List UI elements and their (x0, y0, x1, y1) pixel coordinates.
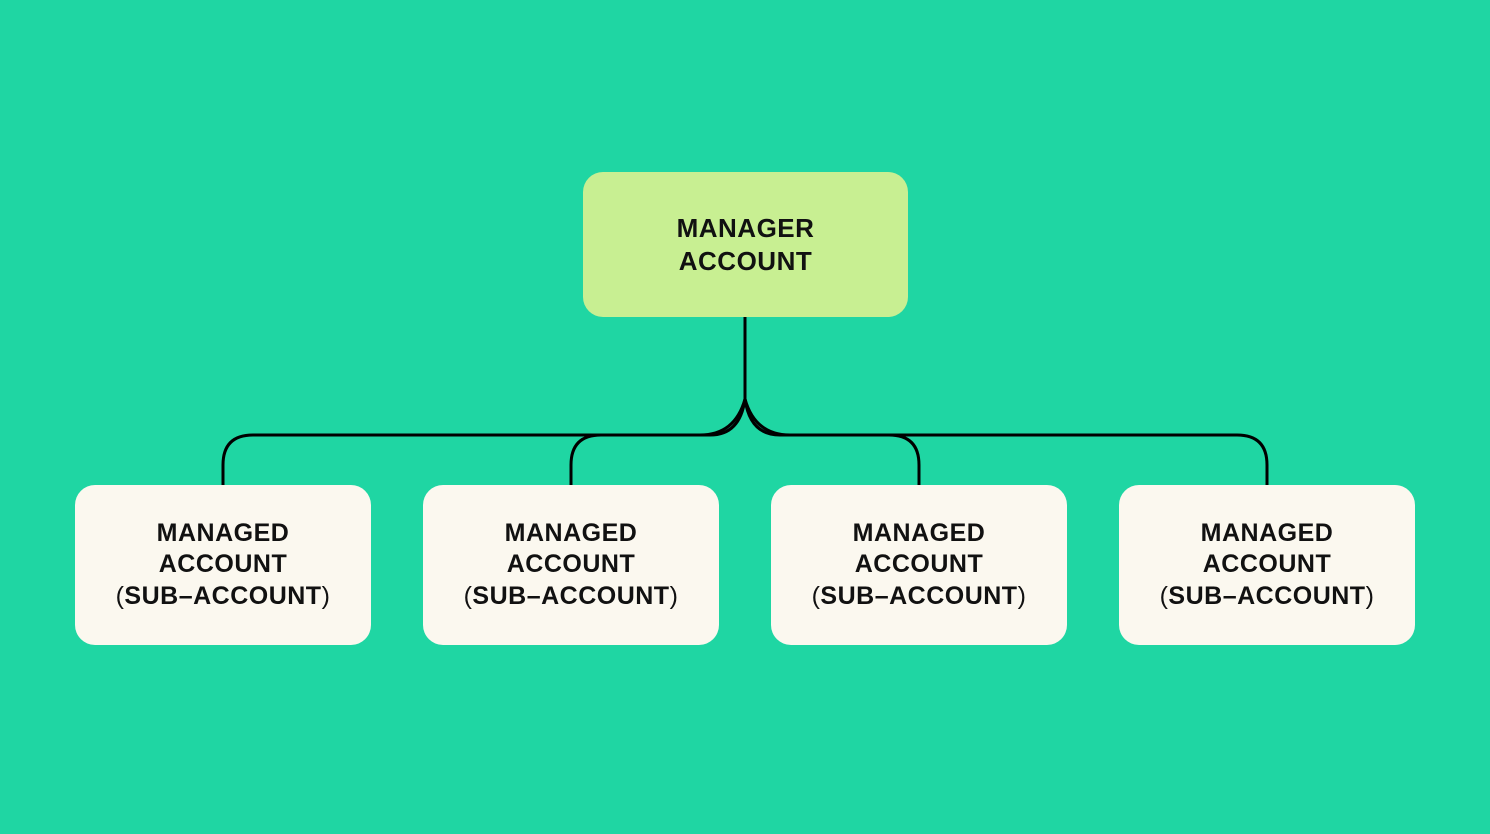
managed-account-label-line2: ACCOUNT (507, 549, 636, 580)
managed-account-label-line2: ACCOUNT (855, 549, 984, 580)
managed-account-label-line3: (SUB–ACCOUNT) (116, 581, 331, 612)
managed-account-node-2: MANAGED ACCOUNT (SUB–ACCOUNT) (423, 485, 719, 645)
managed-account-label-line3: (SUB–ACCOUNT) (812, 581, 1027, 612)
managed-account-node-4: MANAGED ACCOUNT (SUB–ACCOUNT) (1119, 485, 1415, 645)
managed-account-label-line1: MANAGED (157, 518, 290, 549)
managed-account-label-line3: (SUB–ACCOUNT) (1160, 581, 1375, 612)
managed-account-node-1: MANAGED ACCOUNT (SUB–ACCOUNT) (75, 485, 371, 645)
manager-account-node: MANAGER ACCOUNT (583, 172, 908, 317)
manager-account-label-line1: MANAGER (677, 212, 815, 245)
managed-account-label-line2: ACCOUNT (1203, 549, 1332, 580)
manager-account-label-line2: ACCOUNT (679, 245, 813, 278)
managed-account-label-line2: ACCOUNT (159, 549, 288, 580)
managed-account-label-line1: MANAGED (1201, 518, 1334, 549)
managed-account-label-line1: MANAGED (853, 518, 986, 549)
managed-account-label-line1: MANAGED (505, 518, 638, 549)
connector-lines (0, 0, 1490, 834)
managed-account-node-3: MANAGED ACCOUNT (SUB–ACCOUNT) (771, 485, 1067, 645)
managed-account-label-line3: (SUB–ACCOUNT) (464, 581, 679, 612)
